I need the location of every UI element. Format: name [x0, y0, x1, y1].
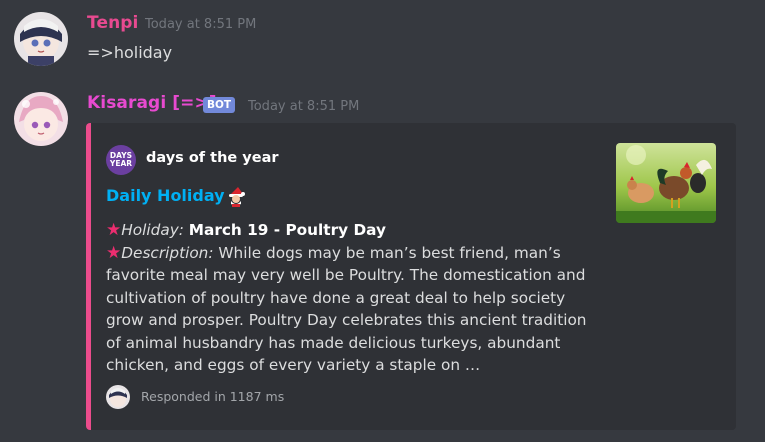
days-of-the-year-logo-icon: DAYS YEAR [106, 145, 136, 175]
anime-girl-pink-hair-avatar-icon[interactable] [14, 92, 68, 146]
embed-title[interactable]: Daily Holiday [106, 186, 225, 205]
bot-tag: BOT [203, 97, 236, 113]
embed-description: ★Holiday: March 19 - Poultry Day ★Descri… [106, 219, 596, 377]
author-icon-text-bottom: YEAR [109, 159, 133, 168]
star-icon: ★ [106, 220, 122, 240]
holiday-value: March 19 - Poultry Day [188, 221, 386, 239]
embed: DAYS YEAR days of the year Daily Holiday… [86, 123, 736, 430]
message-kisaragi: Kisaragi [=>] BOT Today at 8:51 PM DAYS … [0, 0, 765, 442]
star-icon: ★ [106, 242, 122, 263]
santa-emoji-icon [226, 185, 248, 207]
description-label: Description: [121, 243, 214, 262]
embed-accent-bar [86, 123, 91, 430]
timestamp: Today at 8:51 PM [248, 99, 360, 114]
description-text: While dogs may be man’s best friend, man… [106, 243, 587, 375]
holiday-label: Holiday: [121, 221, 184, 239]
embed-author-name[interactable]: days of the year [146, 150, 279, 166]
poultry-chickens-thumbnail[interactable] [616, 143, 716, 223]
embed-footer-text: Responded in 1187 ms [141, 389, 285, 404]
username-kisaragi[interactable]: Kisaragi [=>] [87, 93, 217, 113]
bot-avatar-icon [106, 385, 130, 409]
